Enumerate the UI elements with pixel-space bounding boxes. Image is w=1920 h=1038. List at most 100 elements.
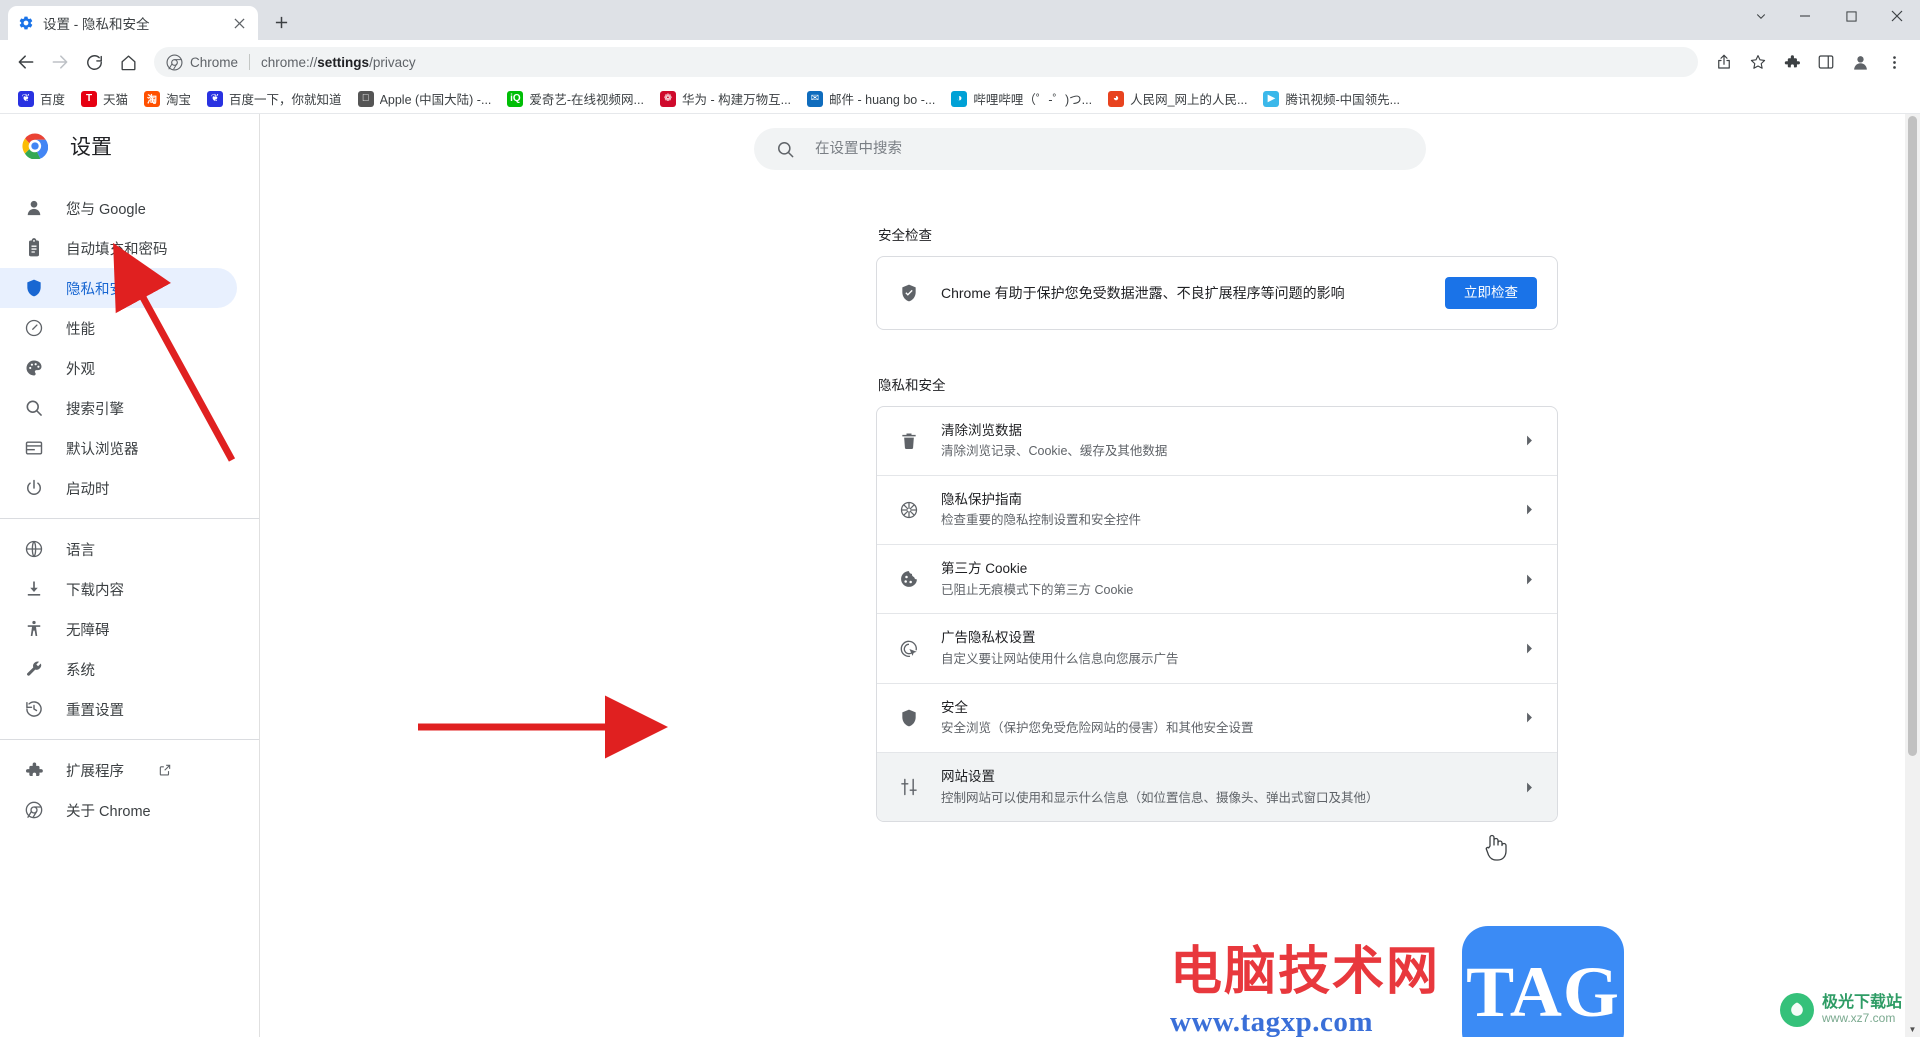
browser-toolbar: Chrome chrome://settings/privacy: [0, 40, 1920, 84]
privacy-setting-title: 网站设置: [941, 769, 995, 785]
maximize-icon[interactable]: [1828, 0, 1874, 32]
sidebar-item-label: 系统: [66, 662, 95, 679]
privacy-setting-body: 安全 安全浏览（保护您免受危险网站的侵害）和其他安全设置: [941, 698, 1497, 738]
privacy-setting-row[interactable]: 清除浏览数据 清除浏览记录、Cookie、缓存及其他数据: [877, 407, 1557, 476]
sidebar-item-history-restore[interactable]: 重置设置: [0, 689, 237, 729]
omnibox-chip-label: Chrome: [190, 54, 239, 70]
bookmark-item[interactable]: ▶ 腾讯视频-中国领先...: [1255, 86, 1408, 111]
chevron-right-icon[interactable]: [1519, 711, 1539, 724]
bookmark-item[interactable]:  Apple (中国大陆) -...: [350, 86, 500, 111]
sidebar-item-label: 隐私和安全: [66, 281, 139, 298]
bookmark-item[interactable]: ❦ 百度: [10, 86, 73, 111]
minimize-icon[interactable]: [1782, 0, 1828, 32]
chevron-right-icon[interactable]: [1519, 573, 1539, 586]
download-icon: [24, 579, 44, 599]
sliders-icon: [899, 777, 919, 797]
bookmark-item[interactable]: 淘淘宝: [136, 86, 199, 111]
chrome-circle-icon: [166, 53, 183, 71]
sidebar-item-download[interactable]: 下载内容: [0, 569, 237, 609]
window-controls: [1740, 0, 1920, 40]
bookmark-item[interactable]: ◑ 哔哩哔哩（゜-゜)つ...: [943, 86, 1100, 111]
sidebar-item-shield[interactable]: 隐私和安全: [0, 268, 237, 308]
bookmark-item[interactable]: ❁ 华为 - 构建万物互...: [652, 86, 799, 111]
sidebar-divider: [0, 739, 259, 740]
apple-icon: : [357, 90, 374, 107]
back-icon[interactable]: [10, 46, 42, 78]
huawei-icon: ❁: [659, 90, 676, 107]
settings-page: 设置 您与 Google 自动填充和密码 隐私和安全 性能 外观 搜索引擎 默认浏览器 启动时…: [0, 114, 1920, 1037]
close-window-icon[interactable]: [1874, 0, 1920, 32]
scrollbar-thumb[interactable]: [1908, 116, 1917, 756]
watermark-url: www.tagxp.com: [1170, 1005, 1374, 1037]
run-safety-check-button[interactable]: 立即检查: [1445, 277, 1537, 309]
side-panel-icon[interactable]: [1810, 46, 1842, 78]
privacy-settings-card: 清除浏览数据 清除浏览记录、Cookie、缓存及其他数据隐私保护指南 检查重要的隐私…: [876, 405, 1558, 823]
chevron-right-icon[interactable]: [1519, 503, 1539, 516]
share-icon[interactable]: [1708, 46, 1740, 78]
sidebar-item-browser-window[interactable]: 默认浏览器: [0, 428, 237, 468]
bookmark-label: 淘宝: [166, 93, 192, 107]
vertical-scrollbar[interactable]: ▲ ▼: [1905, 114, 1920, 1037]
sidebar-item-globe[interactable]: 语言: [0, 529, 237, 569]
chevron-right-icon[interactable]: [1519, 434, 1539, 447]
clipboard-icon: [24, 238, 44, 258]
privacy-setting-title: 第三方 Cookie: [941, 561, 1028, 577]
sidebar-item-chrome-circle[interactable]: 关于 Chrome: [0, 790, 237, 830]
tab-title: 设置 - 隐私和安全: [43, 17, 150, 32]
profile-avatar-icon[interactable]: [1844, 46, 1876, 78]
chevron-right-icon[interactable]: [1519, 642, 1539, 655]
privacy-setting-row[interactable]: 网站设置 控制网站可以使用和显示什么信息（如位置信息、摄像头、弹出式窗口及其他）: [877, 753, 1557, 822]
privacy-setting-row[interactable]: 广告隐私权设置 自定义要让网站使用什么信息向您展示广告: [877, 614, 1557, 684]
bookmark-item[interactable]: ❦ 百度一下，你就知道: [199, 86, 350, 111]
shield-check-icon: [899, 283, 919, 303]
sidebar-item-label: 语言: [66, 542, 95, 559]
mouse-cursor-pointer: [1482, 832, 1508, 867]
puzzle-icon[interactable]: [1776, 46, 1808, 78]
privacy-setting-row[interactable]: 安全 安全浏览（保护您免受危险网站的侵害）和其他安全设置: [877, 684, 1557, 754]
bookmarks-bar: ❦百度T天猫淘淘宝❦百度一下，你就知道Apple (中国大陆) -... iQ 爱…: [0, 84, 1920, 114]
sidebar-item-label: 默认浏览器: [66, 441, 139, 458]
baidu-paw-icon: ❦: [207, 90, 224, 107]
iqiyi-icon: iQ: [507, 90, 524, 107]
sidebar-item-palette[interactable]: 外观: [0, 348, 237, 388]
sidebar-item-person[interactable]: 您与 Google: [0, 188, 237, 228]
star-icon[interactable]: [1742, 46, 1774, 78]
sidebar-item-label: 自动填充和密码: [66, 241, 168, 258]
search-input[interactable]: [813, 140, 1404, 158]
sidebar-item-search[interactable]: 搜索引擎: [0, 388, 237, 428]
address-bar[interactable]: Chrome chrome://settings/privacy: [154, 47, 1698, 77]
sidebar-item-clipboard[interactable]: 自动填充和密码: [0, 228, 237, 268]
sidebar-divider: [0, 518, 259, 519]
close-icon[interactable]: [230, 14, 248, 32]
sidebar-item-label: 启动时: [66, 481, 110, 498]
bookmark-item[interactable]: T 天猫: [73, 86, 136, 111]
three-dot-menu-icon[interactable]: [1878, 46, 1910, 78]
power-icon: [24, 478, 44, 498]
privacy-setting-row[interactable]: 隐私保护指南 检查重要的隐私控制设置和安全控件: [877, 476, 1557, 546]
sidebar-item-wrench[interactable]: 系统: [0, 649, 237, 689]
chevron-down-icon[interactable]: [1740, 0, 1782, 32]
sidebar-item-speedometer[interactable]: 性能: [0, 308, 237, 348]
search-box[interactable]: [754, 128, 1426, 170]
scroll-down-arrow-icon[interactable]: ▼: [1905, 1022, 1920, 1037]
chevron-right-icon[interactable]: [1519, 781, 1539, 794]
privacy-setting-subtitle: 安全浏览（保护您免受危险网站的侵害）和其他安全设置: [941, 721, 1254, 736]
sidebar-item-puzzle[interactable]: 扩展程序: [0, 750, 237, 790]
speedometer-icon: [24, 318, 44, 338]
sidebar-item-accessibility[interactable]: 无障碍: [0, 609, 237, 649]
bookmark-item[interactable]: iQ 爱奇艺-在线视频网...: [499, 86, 652, 111]
bookmark-item[interactable]: ✉ 邮件 - huang bo -...: [799, 86, 943, 111]
browser-tab[interactable]: 设置 - 隐私和安全: [8, 6, 258, 40]
privacy-setting-body: 隐私保护指南 检查重要的隐私控制设置和安全控件: [941, 490, 1497, 530]
new-tab-button[interactable]: [266, 7, 296, 37]
home-icon[interactable]: [112, 46, 144, 78]
sidebar-item-power[interactable]: 启动时: [0, 468, 237, 508]
settings-main-column: 安全检查 Chrome 有助于保护您免受数据泄露、不良扩展程序等问题的影响 立即…: [876, 224, 1558, 823]
trash-icon: [899, 431, 919, 451]
bookmark-label: 爱奇艺-在线视频网...: [529, 93, 644, 107]
bookmark-label: 华为 - 构建万物互...: [681, 93, 792, 107]
privacy-setting-row[interactable]: 第三方 Cookie 已阻止无痕模式下的第三方 Cookie: [877, 545, 1557, 615]
reload-icon[interactable]: [78, 46, 110, 78]
forward-icon[interactable]: [44, 46, 76, 78]
bookmark-item[interactable]: ◕ 人民网_网上的人民...: [1100, 86, 1255, 111]
